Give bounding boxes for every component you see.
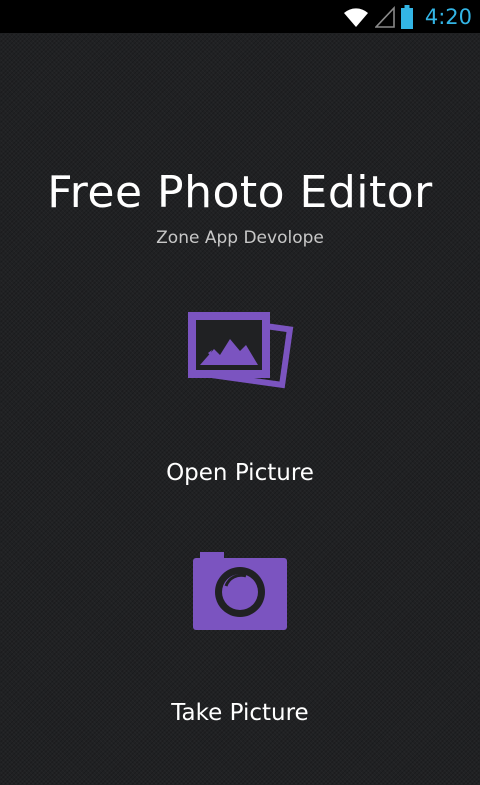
status-clock: 4:20 bbox=[424, 4, 472, 29]
main-screen: Free Photo Editor Zone App Devolope Open… bbox=[0, 33, 480, 785]
take-picture-button[interactable]: Take Picture bbox=[90, 538, 390, 738]
camera-icon bbox=[190, 546, 290, 635]
signal-icon bbox=[374, 5, 395, 28]
take-picture-label: Take Picture bbox=[171, 700, 309, 726]
app-subtitle: Zone App Devolope bbox=[156, 228, 324, 248]
open-picture-button[interactable]: Open Picture bbox=[90, 301, 390, 501]
status-bar: 4:20 bbox=[0, 0, 480, 33]
app-title: Free Photo Editor bbox=[47, 167, 433, 218]
gallery-icon bbox=[186, 309, 294, 398]
wifi-icon bbox=[343, 6, 369, 28]
status-icons: 4:20 bbox=[343, 0, 472, 33]
open-picture-label: Open Picture bbox=[166, 460, 314, 486]
battery-icon bbox=[400, 4, 413, 29]
